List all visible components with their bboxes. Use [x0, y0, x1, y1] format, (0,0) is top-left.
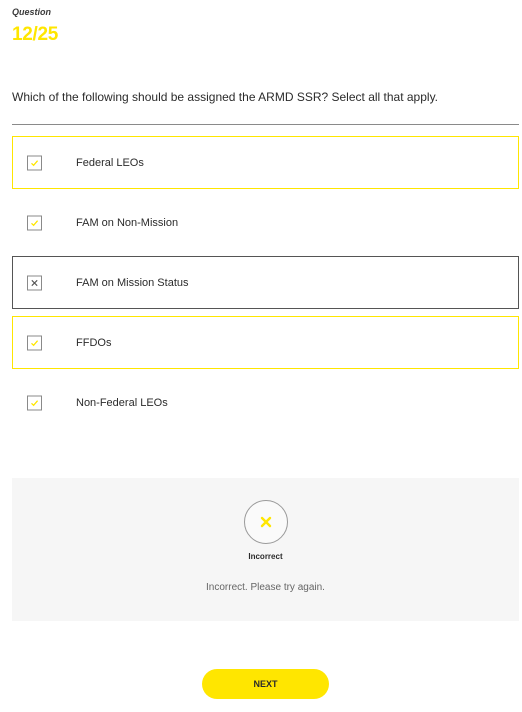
checkbox[interactable] [27, 335, 42, 350]
feedback-panel: Incorrect Incorrect. Please try again. [12, 478, 519, 621]
question-text: Which of the following should be assigne… [12, 90, 439, 104]
divider [12, 124, 519, 125]
option-ffdos[interactable]: FFDOs [12, 316, 519, 369]
feedback-title: Incorrect [248, 552, 283, 561]
options-list: Federal LEOs FAM on Non-Mission FAM on M… [12, 136, 519, 436]
check-icon [31, 159, 39, 166]
option-fam-mission-status[interactable]: FAM on Mission Status [12, 256, 519, 309]
option-label: Federal LEOs [76, 156, 144, 169]
question-label: Question [12, 7, 52, 17]
feedback-message: Incorrect. Please try again. [206, 582, 325, 593]
option-label: FAM on Mission Status [76, 276, 189, 289]
x-icon [31, 279, 38, 286]
option-federal-leos[interactable]: Federal LEOs [12, 136, 519, 189]
feedback-icon-circle [243, 500, 288, 544]
checkbox[interactable] [27, 155, 42, 170]
x-icon [260, 516, 271, 528]
check-icon [31, 339, 39, 346]
option-label: Non-Federal LEOs [76, 396, 168, 409]
question-counter: 12/25 [12, 24, 59, 45]
option-label: FAM on Non-Mission [76, 216, 179, 229]
next-button[interactable]: NEXT [202, 669, 329, 699]
checkbox[interactable] [27, 215, 42, 230]
check-icon [31, 219, 39, 226]
check-icon [31, 399, 39, 406]
quiz-page: Question 12/25 Which of the following sh… [0, 0, 522, 712]
option-non-federal-leos[interactable]: Non-Federal LEOs [12, 376, 519, 429]
option-label: FFDOs [76, 336, 112, 349]
option-fam-non-mission[interactable]: FAM on Non-Mission [12, 196, 519, 249]
checkbox[interactable] [27, 395, 42, 410]
checkbox[interactable] [27, 275, 42, 290]
